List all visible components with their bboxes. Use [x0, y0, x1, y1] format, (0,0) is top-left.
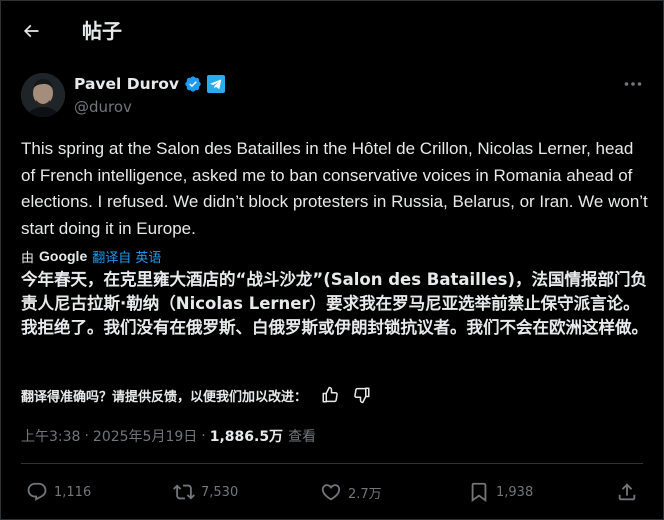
avatar-image [21, 73, 65, 117]
reply-icon [27, 482, 47, 501]
more-icon [624, 82, 642, 86]
repost-button[interactable]: 7,530 [173, 478, 238, 506]
thumbs-up-button[interactable] [319, 384, 341, 406]
like-count: 2.7万 [348, 486, 382, 502]
bookmark-button[interactable]: 1,938 [468, 478, 533, 506]
bookmark-count: 1,938 [496, 484, 534, 500]
google-logo: Google [39, 248, 88, 264]
translation-feedback: 翻译得准确吗？请提供反馈，以便我们加以改进： [21, 384, 373, 406]
like-icon [321, 484, 341, 501]
page-header: 帖子 [0, 0, 664, 62]
thumbs-down-button[interactable] [351, 384, 373, 406]
author-name[interactable]: Pavel Durov [74, 74, 179, 94]
translation-attribution: 由 Google 翻译自 英语 [21, 246, 161, 266]
avatar[interactable] [21, 73, 65, 117]
translated-from-link[interactable]: 翻译自 英语 [92, 247, 161, 266]
meta-separator: · [201, 428, 206, 444]
back-button[interactable] [14, 16, 48, 46]
feedback-prompt: 翻译得准确吗？请提供反馈，以便我们加以改进： [21, 389, 308, 405]
translated-text: 今年春天，在克里雍大酒店的“战斗沙龙”(Salon des Batailles)… [21, 270, 648, 337]
views-label: 查看 [288, 429, 317, 445]
back-arrow-icon [23, 24, 39, 38]
author-handle[interactable]: @durov [74, 97, 132, 117]
meta-separator: · [84, 428, 89, 444]
share-icon [618, 483, 636, 501]
thumbs-down-icon [354, 387, 370, 404]
action-bar: 1,116 7,530 2.7万 1,938 [0, 478, 664, 506]
thumbs-up-icon [322, 386, 338, 403]
post-text: This spring at the Salon des Batailles i… [21, 139, 648, 238]
telegram-icon[interactable] [207, 75, 226, 93]
verified-badge-icon [184, 75, 202, 93]
post-time[interactable]: 上午3:38 [21, 426, 80, 446]
share-button[interactable] [616, 478, 638, 506]
views-count: 1,886.5万 [209, 429, 284, 445]
repost-icon [173, 484, 195, 500]
page-title: 帖子 [82, 19, 122, 43]
repost-count: 7,530 [201, 484, 239, 500]
author-name-row: Pavel Durov [74, 74, 226, 94]
divider [21, 463, 643, 464]
more-button[interactable] [620, 74, 646, 94]
bookmark-icon [471, 482, 487, 503]
reply-count: 1,116 [54, 484, 92, 500]
translated-by-label: 由 [21, 250, 35, 266]
post-meta: 上午3:38 · 2025年5月19日 · 1,886.5万 查看 [21, 425, 316, 447]
reply-button[interactable]: 1,116 [26, 478, 91, 506]
like-button[interactable]: 2.7万 [320, 478, 382, 506]
post-date[interactable]: 2025年5月19日 [93, 426, 197, 446]
